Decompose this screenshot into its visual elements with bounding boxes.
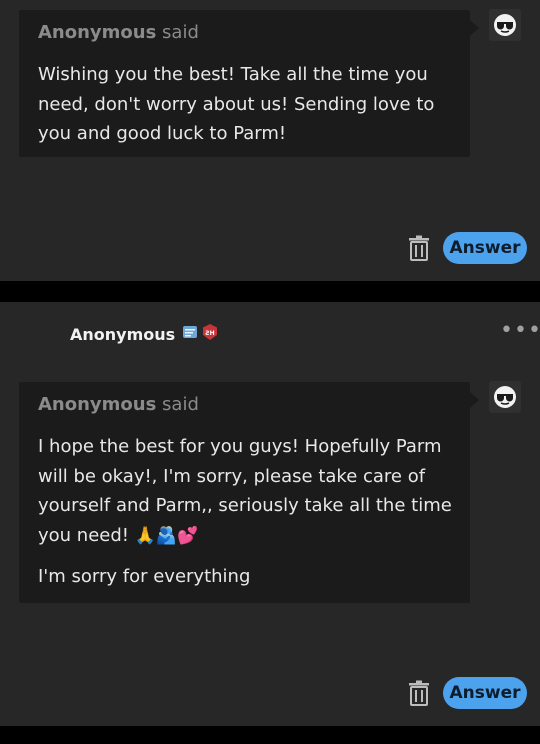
question-text: I hope the best for you guys! Hopefully … xyxy=(38,432,456,551)
asker-name[interactable]: Anonymous xyxy=(38,22,156,43)
svg-text:ƧH: ƧH xyxy=(206,330,215,337)
asker-line: Anonymous said xyxy=(38,22,199,43)
asker-line: Anonymous said xyxy=(38,394,199,415)
sunglasses-face-icon[interactable] xyxy=(489,9,521,41)
asker-name[interactable]: Anonymous xyxy=(38,394,156,415)
trash-icon[interactable] xyxy=(408,235,430,261)
trash-icon[interactable] xyxy=(408,680,430,706)
answer-button[interactable]: Answer xyxy=(443,232,527,264)
blog-name[interactable]: Anonymous xyxy=(70,325,175,344)
ask-bubble: Anonymous said Wishing you the best! Tak… xyxy=(19,10,479,157)
shield-badge-icon[interactable]: ƧH xyxy=(202,323,218,345)
ask-post-1: Anonymous said Wishing you the best! Tak… xyxy=(0,0,540,281)
scroll-badge-icon[interactable] xyxy=(181,323,199,345)
badges: ƧH xyxy=(181,323,218,345)
said-label: said xyxy=(162,22,199,43)
sunglasses-face-icon[interactable] xyxy=(489,381,521,413)
ask-post-2: Anonymous ƧH ••• Anonymous said I hope t… xyxy=(0,302,540,726)
answer-button[interactable]: Answer xyxy=(443,677,527,709)
said-label: said xyxy=(162,394,199,415)
post-header: Anonymous ƧH xyxy=(70,323,218,345)
more-options-button[interactable]: ••• xyxy=(500,320,540,342)
question-extra: I'm sorry for everything xyxy=(38,566,251,587)
ask-bubble: Anonymous said I hope the best for you g… xyxy=(19,382,479,603)
question-emojis: 🙏🫂💕 xyxy=(134,525,199,546)
question-body: I hope the best for you guys! Hopefully … xyxy=(38,436,452,546)
question-text: Wishing you the best! Take all the time … xyxy=(38,64,435,144)
